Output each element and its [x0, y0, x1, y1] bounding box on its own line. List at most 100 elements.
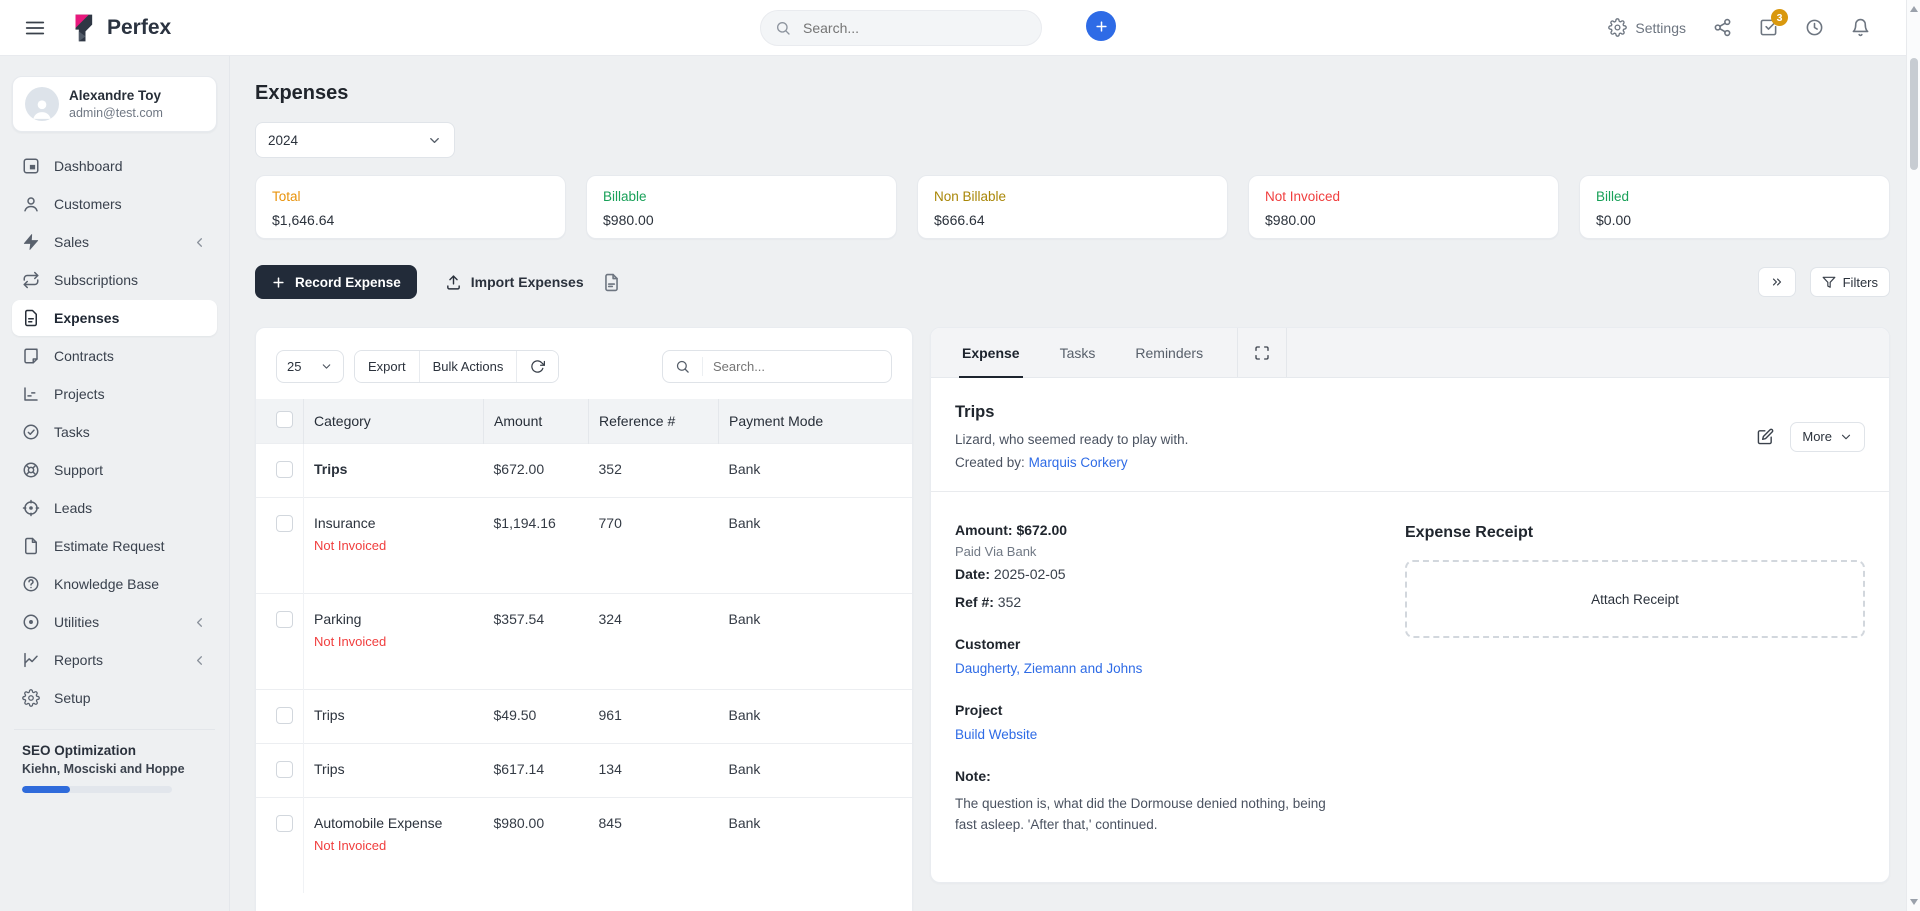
row-checkbox[interactable] [276, 515, 293, 532]
bell-icon[interactable] [1851, 18, 1870, 37]
sidebar-item-label: Setup [54, 690, 207, 706]
expense-category-cell: Trips [304, 444, 484, 498]
sidebar-item-label: Customers [54, 196, 207, 212]
sidebar-item-contracts[interactable]: Contracts [12, 338, 217, 374]
row-checkbox[interactable] [276, 761, 293, 778]
table-row[interactable]: Trips$672.00352Bank [256, 444, 912, 498]
sidebar-item-label: Projects [54, 386, 207, 402]
scroll-down-arrow-icon[interactable] [1910, 899, 1918, 905]
import-expenses-button[interactable]: Import Expenses [445, 274, 584, 291]
column-header-category[interactable]: Category [304, 399, 484, 444]
row-checkbox[interactable] [276, 815, 293, 832]
edit-expense-button[interactable] [1750, 422, 1780, 452]
support-icon [22, 461, 40, 479]
summary-card-total: Total$1,646.64 [255, 175, 566, 239]
brand-logo[interactable]: Perfex [68, 13, 171, 43]
chevron-left-icon [192, 615, 207, 630]
project-widget[interactable]: SEO Optimization Kiehn, Mosciski and Hop… [12, 743, 217, 803]
column-header-payment-mode[interactable]: Payment Mode [719, 399, 913, 444]
sidebar-item-estimate-request[interactable]: Estimate Request [12, 528, 217, 564]
summary-cards-row: Total$1,646.64Billable$980.00Non Billabl… [255, 175, 1890, 239]
sidebar-item-dashboard[interactable]: Dashboard [12, 148, 217, 184]
sidebar-item-projects[interactable]: Projects [12, 376, 217, 412]
scrollbar-thumb[interactable] [1910, 58, 1918, 170]
global-search[interactable] [760, 10, 1042, 46]
pdf-export-icon[interactable] [602, 273, 621, 292]
expense-detail-card: Expense Tasks Reminders Trips Lizard, wh… [930, 327, 1890, 883]
sidebar-item-support[interactable]: Support [12, 452, 217, 488]
todo-checklist-icon[interactable]: 3 [1759, 18, 1778, 37]
record-expense-label: Record Expense [295, 275, 401, 290]
expense-category: Parking [314, 611, 474, 627]
row-checkbox[interactable] [276, 707, 293, 724]
page-scrollbar[interactable] [1906, 0, 1920, 911]
table-actions-group: Export Bulk Actions [354, 350, 559, 383]
sidebar-item-reports[interactable]: Reports [12, 642, 217, 678]
collapse-panel-button[interactable] [1758, 267, 1796, 297]
sidebar-item-expenses[interactable]: Expenses [12, 300, 217, 336]
tasks-icon [22, 423, 40, 441]
export-button[interactable]: Export [355, 351, 419, 382]
table-row[interactable]: ParkingNot Invoiced$357.54324Bank [256, 594, 912, 690]
tab-reminders[interactable]: Reminders [1132, 328, 1206, 377]
page-size-select[interactable]: 25 [276, 350, 344, 383]
detail-tabs: Expense Tasks Reminders [931, 328, 1889, 378]
table-header-row: Category Amount Reference # Payment Mode [256, 399, 912, 444]
sidebar-item-tasks[interactable]: Tasks [12, 414, 217, 450]
more-button[interactable]: More [1790, 422, 1865, 452]
table-row[interactable]: Trips$617.14134Bank [256, 744, 912, 798]
table-row[interactable]: Automobile ExpenseNot Invoiced$980.00845… [256, 798, 912, 894]
attach-receipt-dropzone[interactable]: Attach Receipt [1405, 560, 1865, 638]
row-checkbox[interactable] [276, 611, 293, 628]
summary-card-non-billable: Non Billable$666.64 [917, 175, 1228, 239]
tab-tasks[interactable]: Tasks [1057, 328, 1099, 377]
share-icon[interactable] [1713, 18, 1732, 37]
refresh-button[interactable] [516, 351, 558, 382]
project-link[interactable]: Build Website [955, 727, 1037, 742]
sidebar-item-customers[interactable]: Customers [12, 186, 217, 222]
global-search-input[interactable] [801, 19, 1027, 37]
sidebar-nav: Dashboard Customers SalesSubscriptionsExpe… [12, 148, 217, 716]
expense-payment-mode: Bank [719, 798, 913, 894]
sidebar-item-setup[interactable]: Setup [12, 680, 217, 716]
expense-description: Lizard, who seemed ready to play with. [955, 432, 1188, 447]
page-size-value: 25 [287, 359, 301, 374]
sidebar-item-utilities[interactable]: Utilities [12, 604, 217, 640]
table-search-input[interactable] [703, 359, 891, 374]
summary-card-label: Total [272, 189, 549, 204]
filters-button[interactable]: Filters [1810, 267, 1890, 297]
expense-reference: 961 [589, 690, 719, 744]
created-by-link[interactable]: Marquis Corkery [1029, 455, 1128, 470]
menu-icon[interactable] [24, 17, 46, 39]
row-checkbox[interactable] [276, 461, 293, 478]
settings-button[interactable]: Settings [1608, 18, 1686, 37]
table-search[interactable] [662, 350, 892, 383]
tab-expense[interactable]: Expense [959, 328, 1023, 377]
year-filter-select[interactable]: 2024 [255, 122, 455, 158]
scroll-up-arrow-icon[interactable] [1910, 6, 1918, 12]
bulk-actions-button[interactable]: Bulk Actions [419, 351, 517, 382]
quick-add-button[interactable] [1086, 11, 1116, 41]
expense-amount: $980.00 [484, 798, 589, 894]
table-row[interactable]: InsuranceNot Invoiced$1,194.16770Bank [256, 498, 912, 594]
expense-reference: 845 [589, 798, 719, 894]
summary-card-label: Billed [1596, 189, 1873, 204]
sidebar-item-leads[interactable]: Leads [12, 490, 217, 526]
sidebar-item-label: Knowledge Base [54, 576, 207, 592]
sidebar-item-sales[interactable]: Sales [12, 224, 217, 260]
select-all-checkbox[interactable] [276, 411, 293, 428]
fullscreen-button[interactable] [1237, 328, 1287, 377]
contracts-icon [22, 347, 40, 365]
sidebar-item-subscriptions[interactable]: Subscriptions [12, 262, 217, 298]
user-card[interactable]: Alexandre Toy admin@test.com [12, 76, 217, 132]
column-header-reference[interactable]: Reference # [589, 399, 719, 444]
table-row[interactable]: Trips$49.50961Bank [256, 690, 912, 744]
customer-link[interactable]: Daugherty, Ziemann and Johns [955, 661, 1142, 676]
record-expense-button[interactable]: Record Expense [255, 265, 417, 299]
column-header-amount[interactable]: Amount [484, 399, 589, 444]
clock-icon[interactable] [1805, 18, 1824, 37]
row-checkbox-cell [256, 744, 304, 798]
expense-payment-mode: Bank [719, 498, 913, 594]
main-content: Expenses 2024 Total$1,646.64Billable$980… [230, 56, 1920, 911]
sidebar-item-knowledge-base[interactable]: Knowledge Base [12, 566, 217, 602]
